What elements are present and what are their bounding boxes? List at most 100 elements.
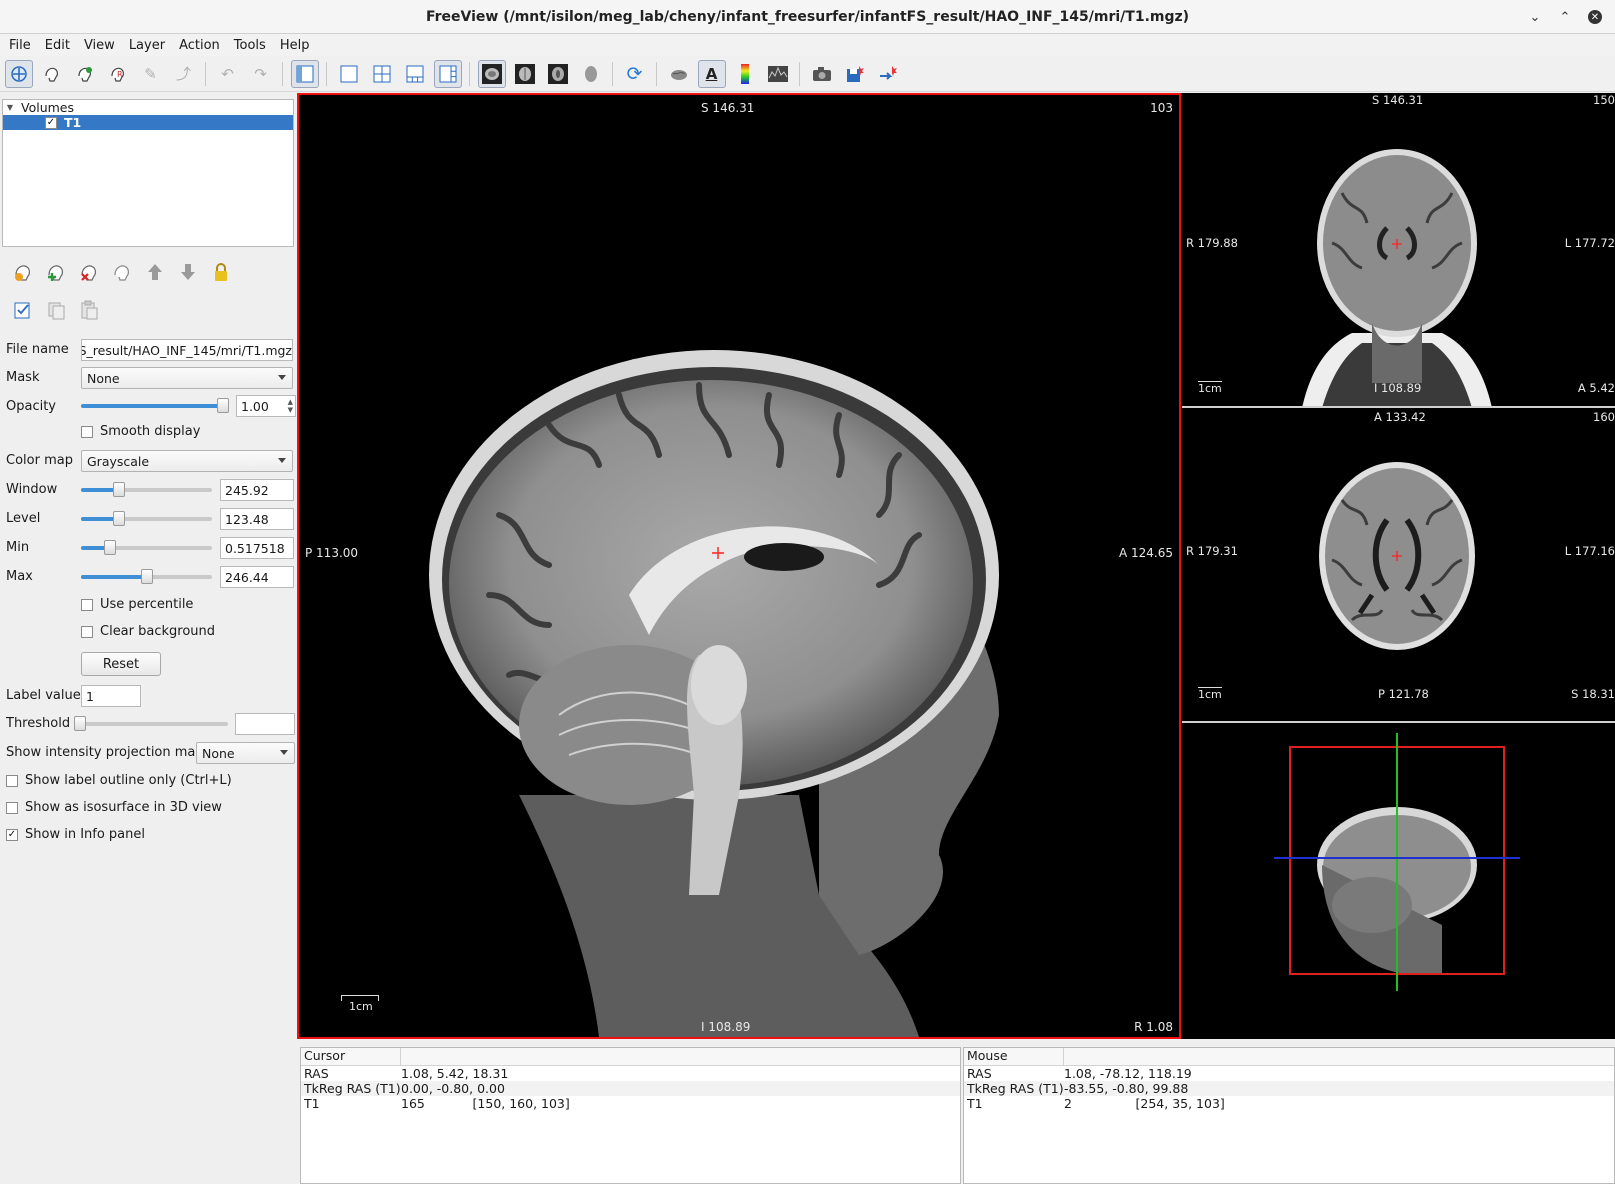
layer-visible-checkbox[interactable]: ✓ <box>45 116 57 129</box>
slider-handle[interactable] <box>113 511 126 526</box>
save-button[interactable] <box>841 60 869 88</box>
use-percentile-checkbox[interactable]: Use percentile <box>81 597 193 612</box>
layout-1x1-button[interactable] <box>335 60 363 88</box>
text-annotation-button[interactable]: A <box>697 59 726 88</box>
paste-setting-button[interactable] <box>76 299 102 325</box>
min-slider[interactable] <box>81 540 212 556</box>
checkbox-box[interactable] <box>81 598 93 611</box>
spin-up-icon[interactable]: ▲ <box>288 399 293 406</box>
max-field[interactable]: 246.44 <box>220 566 294 588</box>
save-volume-button[interactable] <box>109 261 135 287</box>
slider-handle[interactable] <box>74 716 86 731</box>
view-sagittal-button[interactable] <box>477 59 506 88</box>
checkbox-box[interactable] <box>6 801 18 814</box>
slider-handle[interactable] <box>217 398 229 413</box>
slider-handle[interactable] <box>103 540 116 555</box>
view-coronal-button[interactable] <box>511 60 539 88</box>
move-layer-down-button[interactable] <box>175 261 201 287</box>
info-row[interactable]: T1 2 [254, 35, 103] <box>964 1096 1614 1111</box>
checkbox-box[interactable] <box>81 625 93 638</box>
min-field[interactable]: 0.517518 <box>220 537 294 559</box>
info-row[interactable]: RAS 1.08, -78.12, 118.19 <box>964 1066 1614 1081</box>
color-map-value: Grayscale <box>87 453 150 469</box>
view-axial-button[interactable] <box>544 60 572 88</box>
threshold-slider[interactable] <box>74 716 228 732</box>
contour-button[interactable]: ⤴ <box>170 60 198 88</box>
menu-layer[interactable]: Layer <box>122 38 172 53</box>
surface-button[interactable] <box>665 60 693 88</box>
maximize-icon[interactable]: ⌃ <box>1553 6 1577 28</box>
slider-handle[interactable] <box>113 482 126 497</box>
coronal-view[interactable]: S 146.31 150 R 179.88 L 177.72 I 108.89 … <box>1182 93 1615 408</box>
menu-help[interactable]: Help <box>273 38 317 53</box>
voxel-edit-button[interactable] <box>38 60 66 88</box>
mask-dropdown[interactable]: None <box>81 367 293 389</box>
menu-tools[interactable]: Tools <box>227 38 273 53</box>
layer-item-t1[interactable]: ✓ T1 <box>3 115 293 130</box>
load-volume-button[interactable] <box>10 261 36 287</box>
level-field[interactable]: 123.48 <box>220 508 294 530</box>
layout-1-3-button[interactable] <box>401 60 429 88</box>
3d-view[interactable] <box>1182 725 1615 1039</box>
menu-file[interactable]: File <box>2 38 38 53</box>
transform-button[interactable] <box>874 60 902 88</box>
file-name-field[interactable]: FS_result/HAO_INF_145/mri/T1.mgz <box>81 339 293 361</box>
clear-background-checkbox[interactable]: Clear background <box>81 624 215 639</box>
menu-edit[interactable]: Edit <box>38 38 77 53</box>
axial-view[interactable]: A 133.42 160 R 179.31 L 177.16 P 121.78 … <box>1182 410 1615 723</box>
reset-button[interactable]: Reset <box>81 652 161 676</box>
menu-view[interactable]: View <box>77 38 122 53</box>
close-button[interactable]: ✕ <box>1583 6 1607 28</box>
recon-edit-button[interactable] <box>71 60 99 88</box>
checkbox-box[interactable]: ✓ <box>6 828 18 841</box>
roi-edit-button[interactable]: R <box>104 60 132 88</box>
slider-handle[interactable] <box>140 569 153 584</box>
expand-arrow-icon[interactable]: ▼ <box>3 103 17 112</box>
checkbox-box[interactable] <box>6 774 18 787</box>
projection-dropdown[interactable]: None <box>196 742 295 764</box>
show-in-info-checkbox[interactable]: ✓ Show in Info panel <box>6 827 145 842</box>
level-slider[interactable] <box>81 511 212 527</box>
redo-button[interactable]: ↷ <box>247 60 275 88</box>
info-row[interactable]: TkReg RAS (T1) 0.00, -0.80, 0.00 <box>301 1081 960 1096</box>
show-label-outline-checkbox[interactable]: Show label outline only (Ctrl+L) <box>6 773 232 788</box>
color-bar-button[interactable] <box>731 60 759 88</box>
info-row[interactable]: T1 165 [150, 160, 103] <box>301 1096 960 1111</box>
histogram-button[interactable] <box>764 60 792 88</box>
show-isosurface-checkbox[interactable]: Show as isosurface in 3D view <box>6 800 222 815</box>
smooth-display-checkbox[interactable]: Smooth display <box>81 424 200 439</box>
info-row[interactable]: TkReg RAS (T1) -83.55, -0.80, 99.88 <box>964 1081 1614 1096</box>
minimize-icon[interactable]: ⌄ <box>1523 6 1547 28</box>
toggle-panel-button[interactable] <box>290 59 319 88</box>
smooth-display-label: Smooth display <box>100 424 201 439</box>
threshold-field[interactable] <box>235 713 295 735</box>
layer-info-button[interactable] <box>10 299 36 325</box>
label-value-field[interactable]: 1 <box>81 685 141 707</box>
copy-setting-button[interactable] <box>43 299 69 325</box>
new-volume-button[interactable] <box>43 261 69 287</box>
close-volume-button[interactable] <box>76 261 102 287</box>
view-3d-button[interactable] <box>577 60 605 88</box>
layout-2x2-button[interactable] <box>368 60 396 88</box>
info-key: TkReg RAS (T1) <box>304 1081 401 1096</box>
move-layer-up-button[interactable] <box>142 261 168 287</box>
screenshot-button[interactable] <box>808 60 836 88</box>
menu-action[interactable]: Action <box>172 38 227 53</box>
opacity-spinbox[interactable]: 1.00 ▲ ▼ <box>236 395 296 417</box>
color-map-dropdown[interactable]: Grayscale <box>81 450 293 472</box>
reset-view-button[interactable]: ⟳ <box>621 60 649 88</box>
navigate-button[interactable] <box>4 59 33 88</box>
checkbox-box[interactable] <box>81 425 93 438</box>
window-slider[interactable] <box>81 482 212 498</box>
opacity-slider[interactable] <box>81 398 229 414</box>
layout-1-3h-button[interactable] <box>433 59 462 88</box>
point-set-edit-button[interactable]: ✎ <box>137 60 165 88</box>
window-field[interactable]: 245.92 <box>220 479 294 501</box>
max-slider[interactable] <box>81 569 212 585</box>
spin-down-icon[interactable]: ▼ <box>288 407 293 414</box>
lock-layer-button[interactable] <box>208 261 234 287</box>
main-sagittal-view[interactable]: S 146.31 103 P 113.00 A 124.65 I 108.89 … <box>297 93 1181 1039</box>
layer-group-volumes[interactable]: ▼ Volumes <box>3 100 293 115</box>
undo-button[interactable]: ↶ <box>214 60 242 88</box>
info-row[interactable]: RAS 1.08, 5.42, 18.31 <box>301 1066 960 1081</box>
